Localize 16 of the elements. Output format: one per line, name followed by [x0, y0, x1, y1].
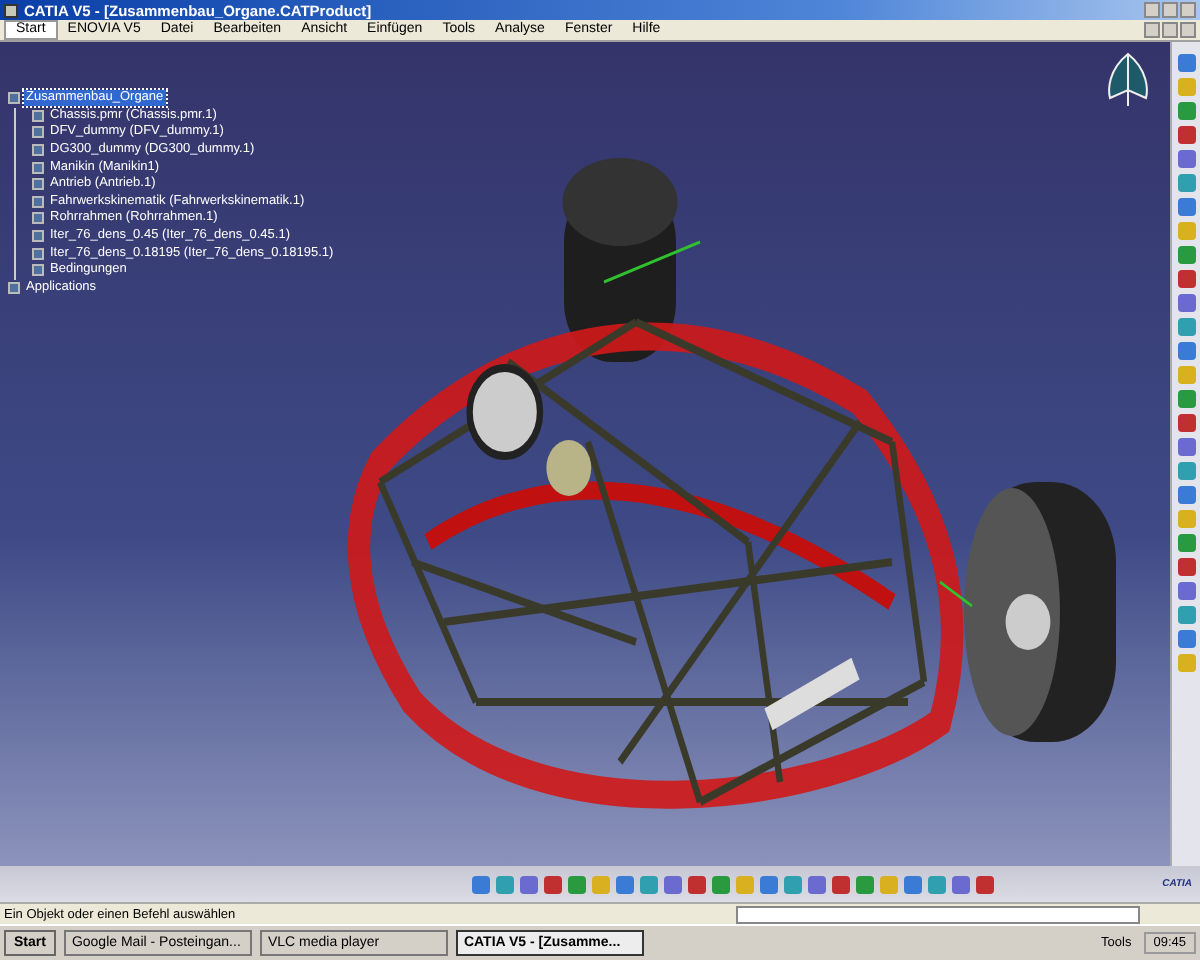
tree-node-icon: [32, 247, 44, 260]
tree-node-icon: [8, 92, 20, 105]
command-input-field[interactable]: [736, 905, 1140, 923]
compass-icon[interactable]: [1102, 50, 1154, 110]
tree-node-icon: [32, 178, 44, 191]
tree-node-icon: [32, 144, 44, 157]
tree-node-icon: [32, 264, 44, 277]
tree-node-icon: [32, 109, 44, 122]
tree-node-icon: [32, 161, 44, 174]
tree-node-icon: [32, 195, 44, 208]
3d-viewport[interactable]: [0, 42, 1170, 866]
tree-node-icon: [32, 126, 44, 139]
tree-node-icon: [8, 281, 20, 294]
tree-node-icon: [32, 212, 44, 225]
tree-node-icon: [32, 230, 44, 243]
app-icon: [4, 3, 18, 17]
